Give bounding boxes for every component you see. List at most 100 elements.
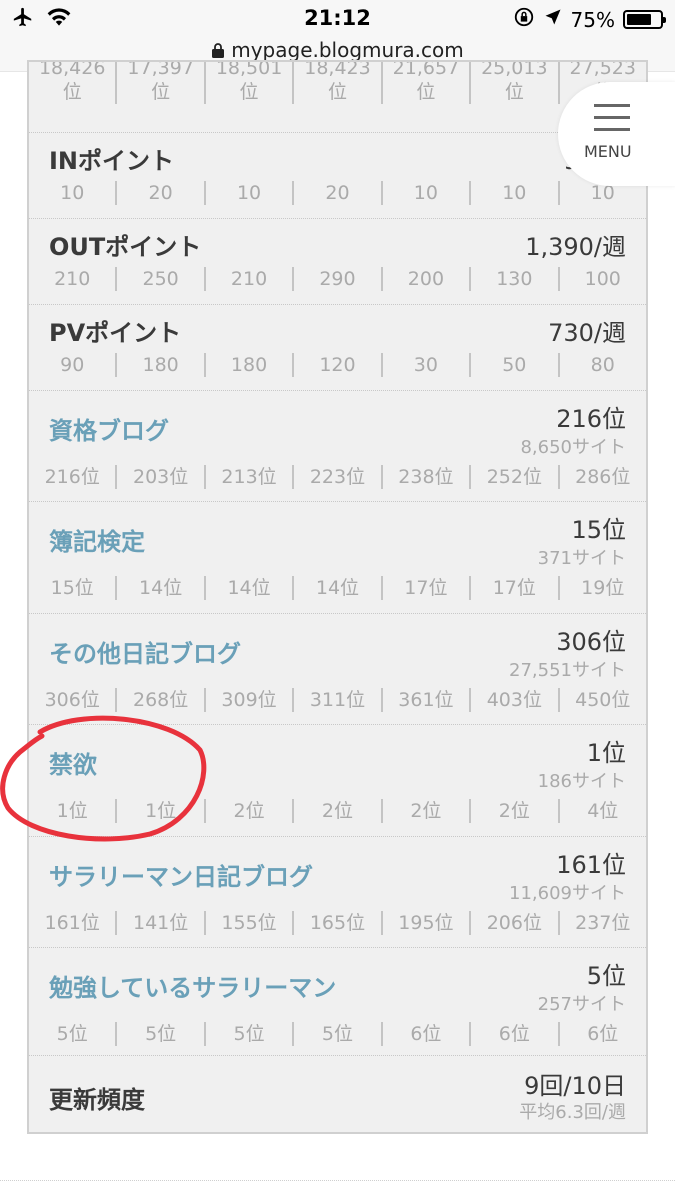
rank-cell: 6位 xyxy=(587,1023,619,1045)
category-link[interactable]: サラリーマン日記ブログ xyxy=(49,857,313,892)
point-section: INポイント90/週10201020101010 xyxy=(29,133,646,219)
hamburger-icon xyxy=(594,104,630,140)
point-value: 730/週 xyxy=(548,319,626,347)
rank-cell: 10 xyxy=(471,181,560,205)
rank-cell: 403位 xyxy=(471,688,560,712)
menu-button[interactable]: MENU xyxy=(558,82,675,186)
rank-cell: 6位 xyxy=(383,1022,472,1046)
rank-cell: 309位 xyxy=(206,688,295,712)
rank-cell: 100 xyxy=(584,268,621,290)
rank-cell: 30 xyxy=(383,353,472,377)
category-link[interactable]: その他日記ブログ xyxy=(49,634,241,669)
point-value: 1,390/週 xyxy=(525,233,626,261)
rank-cell: 10 xyxy=(29,181,118,205)
total-rank-cell: 18,423 位 xyxy=(294,62,383,104)
rank-cell: 80 xyxy=(590,354,615,376)
total-rank-cell: 21,657 位 xyxy=(383,62,472,104)
update-frequency-average: 平均6.3回/週 xyxy=(519,1102,626,1123)
rank-cell: 19位 xyxy=(581,577,625,599)
status-right: 75% xyxy=(513,6,666,33)
point-title: OUTポイント xyxy=(49,233,202,261)
rank-cell: 5位 xyxy=(206,1022,295,1046)
category-site-count: 11,609サイト xyxy=(509,883,626,904)
total-rank-cell: 18,501 位 xyxy=(206,62,295,104)
category-rank: 306位 xyxy=(556,628,626,656)
rank-cell: 2位 xyxy=(383,799,472,823)
point-title: INポイント xyxy=(49,147,175,175)
category-site-count: 186サイト xyxy=(537,771,626,792)
rank-cell: 210 xyxy=(29,267,118,291)
total-rank-cell: 17,397 位 xyxy=(117,62,206,104)
rank-cell: 361位 xyxy=(383,688,472,712)
rotation-lock-icon xyxy=(513,6,535,33)
bottom-divider xyxy=(0,1180,675,1181)
category-section: 簿記検定 15位 371サイト 15位 14位 14位 14位 17位 17位 19位 xyxy=(29,502,646,614)
category-rank: 161位 xyxy=(556,851,626,879)
rank-cell: 4位 xyxy=(587,800,619,822)
category-rank-cells: 5位 5位 5位 5位 6位 6位 6位 xyxy=(29,1022,646,1046)
total-rank-cell: 25,013 位 xyxy=(471,62,560,104)
category-rank-cells: 306位 268位 309位 311位 361位 403位 450位 xyxy=(29,688,646,712)
category-link[interactable]: 勉強しているサラリーマン xyxy=(49,968,336,1003)
rank-cell: 10 xyxy=(206,181,295,205)
category-site-count: 257サイト xyxy=(537,994,626,1015)
rank-cell: 5位 xyxy=(117,1022,206,1046)
rank-cell: 311位 xyxy=(294,688,383,712)
rank-cell: 6位 xyxy=(471,1022,560,1046)
category-link[interactable]: 資格ブログ xyxy=(49,411,169,446)
total-rank-cells: 18,426 位 17,397 位 18,501 位 18,423 位 21,657 位 25,01… xyxy=(29,62,646,104)
category-site-count: 371サイト xyxy=(537,548,626,569)
rank-cell: 223位 xyxy=(294,465,383,489)
rank-cell: 14位 xyxy=(294,576,383,600)
rank-cell: 203位 xyxy=(117,465,206,489)
rank-cell: 15位 xyxy=(29,576,118,600)
rank-cell: 161位 xyxy=(29,911,118,935)
total-rank-cell: 18,426 位 xyxy=(29,62,118,104)
category-rank-cells: 216位 203位 213位 223位 238位 252位 286位 xyxy=(29,465,646,489)
rank-cell: 200 xyxy=(383,267,472,291)
rank-cell: 195位 xyxy=(383,911,472,935)
rank-cell: 5位 xyxy=(29,1022,118,1046)
rank-cell: 450位 xyxy=(575,689,631,711)
update-frequency-title: 更新頻度 xyxy=(49,1086,145,1114)
category-site-count: 27,551サイト xyxy=(509,660,626,681)
rank-cell: 165位 xyxy=(294,911,383,935)
url-text: mypage.blogmura.com xyxy=(231,38,464,62)
rank-cell: 216位 xyxy=(29,465,118,489)
category-section: その他日記ブログ 306位 27,551サイト 306位 268位 309位 311位 361… xyxy=(29,614,646,725)
rank-cell: 14位 xyxy=(206,576,295,600)
rank-cell: 238位 xyxy=(383,465,472,489)
red-circle-annotation xyxy=(0,715,207,842)
battery-icon xyxy=(623,10,666,29)
category-rank: 15位 xyxy=(571,516,626,544)
point-section: OUTポイント 1,390/週 210 250 210 290 200 130 100 xyxy=(29,219,646,305)
category-link[interactable]: 簿記検定 xyxy=(49,522,145,557)
category-section: サラリーマン日記ブログ 161位 11,609サイト 161位 141位 155位 165位… xyxy=(29,837,646,948)
rank-cell: 268位 xyxy=(117,688,206,712)
rank-cell: 20 xyxy=(117,181,206,205)
status-bar: 21:12 75% xyxy=(0,0,675,38)
point-section: PVポイント 730/週 90 180 180 120 30 50 80 xyxy=(29,305,646,391)
rank-cell: 213位 xyxy=(206,465,295,489)
rank-cell: 2位 xyxy=(471,799,560,823)
rank-cell: 20 xyxy=(294,181,383,205)
rank-cell: 14位 xyxy=(117,576,206,600)
rank-cell: 130 xyxy=(471,267,560,291)
rank-cell: 2位 xyxy=(294,799,383,823)
update-frequency-section: 更新頻度 9回/10日 平均6.3回/週 xyxy=(29,1056,646,1132)
category-rank-cells: 161位 141位 155位 165位 195位 206位 237位 xyxy=(29,911,646,935)
menu-label: MENU xyxy=(584,142,632,161)
point-cells: 90 180 180 120 30 50 80 xyxy=(29,353,646,377)
rank-cell: 306位 xyxy=(29,688,118,712)
stats-panel: 18,426 位 17,397 位 18,501 位 18,423 位 21,657 位 25,01… xyxy=(27,60,648,1134)
category-rank: 216位 xyxy=(556,405,626,433)
category-section: 資格ブログ 216位 8,650サイト 216位 203位 213位 223位 238位 252… xyxy=(29,391,646,502)
category-rank: 1位 xyxy=(586,739,626,767)
point-title: PVポイント xyxy=(49,319,182,347)
total-rank-row: 18,426 位 17,397 位 18,501 位 18,423 位 21,657 位 25,01… xyxy=(29,62,646,133)
rank-cell: 90 xyxy=(29,353,118,377)
category-rank: 5位 xyxy=(586,962,626,990)
category-rank-cells: 15位 14位 14位 14位 17位 17位 19位 xyxy=(29,576,646,600)
update-frequency-value: 9回/10日 xyxy=(524,1072,626,1100)
rank-cell: 141位 xyxy=(117,911,206,935)
